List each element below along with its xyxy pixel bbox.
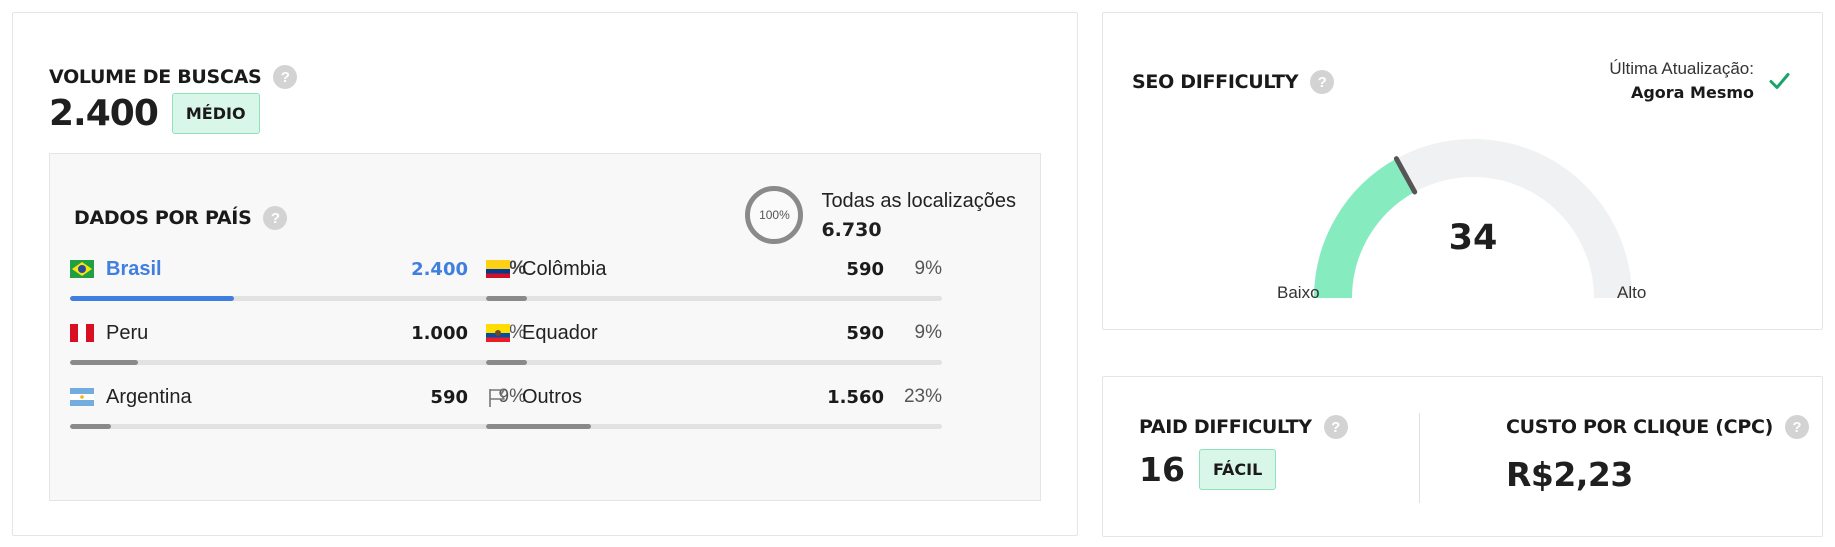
country-value: 590: [846, 322, 884, 344]
search-volume-title: VOLUME DE BUSCAS: [49, 66, 262, 88]
country-value: 2.400: [411, 258, 468, 280]
country-row-colombia[interactable]: Colômbia 590 9%: [486, 254, 942, 304]
search-volume-value: 2.400: [49, 93, 159, 134]
paid-difficulty-value-row: 16 FÁCIL: [1139, 449, 1348, 490]
country-data-title: DADOS POR PAÍS: [74, 207, 252, 229]
colombia-flag-icon: [486, 260, 510, 278]
peru-flag-icon: [70, 324, 94, 342]
argentina-flag-icon: [70, 388, 94, 406]
check-icon: [1769, 73, 1790, 89]
divider: [1419, 413, 1420, 503]
cpc-section: CUSTO POR CLIQUE (CPC) ? R$2,23: [1506, 415, 1809, 494]
all-locations-value: 6.730: [821, 218, 882, 241]
paid-difficulty-header: PAID DIFFICULTY ?: [1139, 415, 1348, 439]
country-name: Outros: [522, 385, 583, 408]
country-share-fill: [486, 424, 591, 429]
help-icon[interactable]: ?: [1323, 415, 1348, 439]
paid-difficulty-badge: FÁCIL: [1198, 449, 1277, 490]
paid-difficulty-title: PAID DIFFICULTY: [1139, 416, 1312, 438]
search-volume-level-badge: MÉDIO: [171, 93, 260, 134]
seo-difficulty-gauge: [1314, 139, 1632, 299]
paid-cpc-card: PAID DIFFICULTY ? 16 FÁCIL CUSTO POR CLI…: [1102, 376, 1823, 537]
country-row-argentina[interactable]: Argentina 590 9%: [70, 382, 526, 432]
all-locations-summary[interactable]: 100% Todas as localizações 6.730: [745, 186, 1016, 244]
paid-difficulty-section: PAID DIFFICULTY ? 16 FÁCIL: [1139, 415, 1348, 490]
seo-difficulty-score: 34: [1448, 218, 1498, 258]
country-row-peru[interactable]: Peru 1.000 15%: [70, 318, 526, 368]
country-share-bar: [70, 424, 526, 429]
country-row-outros[interactable]: Outros 1.560 23%: [486, 382, 942, 432]
seo-difficulty-title: SEO DIFFICULTY: [1132, 71, 1299, 93]
country-share-fill: [70, 424, 112, 429]
country-percent: 9%: [914, 258, 942, 279]
help-icon[interactable]: ?: [263, 206, 288, 230]
search-volume-value-row: 2.400 MÉDIO: [49, 93, 260, 134]
country-name: Brasil: [106, 257, 162, 280]
country-share-fill: [70, 360, 139, 365]
country-name: Argentina: [106, 385, 192, 408]
country-percent: 9%: [914, 322, 942, 343]
gauge-high-label: Alto: [1617, 283, 1647, 302]
country-share-bar: [486, 296, 942, 301]
paid-difficulty-value: 16: [1139, 450, 1185, 489]
country-name: Colômbia: [522, 257, 607, 280]
country-share-bar: [486, 424, 942, 429]
country-name: Equador: [522, 321, 598, 344]
country-value: 1.000: [411, 322, 468, 344]
last-updated-label: Última Atualização:: [1609, 59, 1754, 78]
all-locations-label: Todas as localizações: [821, 189, 1016, 212]
brazil-flag-icon: [70, 260, 94, 278]
help-icon[interactable]: ?: [273, 65, 298, 89]
cpc-title: CUSTO POR CLIQUE (CPC): [1506, 416, 1773, 438]
country-name: Peru: [106, 321, 149, 344]
country-share-bar: [70, 296, 526, 301]
outline-flag-icon: [486, 388, 510, 407]
country-value: 590: [846, 258, 884, 280]
country-share-bar: [70, 360, 526, 365]
cpc-value: R$2,23: [1506, 455, 1633, 494]
ecuador-flag-icon: [486, 324, 510, 342]
gauge-fill: [1314, 158, 1416, 299]
country-value: 590: [430, 386, 468, 408]
country-percent: 23%: [903, 386, 942, 407]
country-share-fill: [486, 296, 528, 301]
country-value: 1.560: [827, 386, 884, 408]
gauge-low-label: Baixo: [1277, 283, 1320, 302]
all-locations-circle: 100%: [745, 186, 804, 244]
country-share-fill: [486, 360, 528, 365]
country-data-header: DADOS POR PAÍS ?: [74, 206, 288, 230]
seo-difficulty-header: SEO DIFFICULTY ?: [1132, 70, 1335, 94]
country-data-panel: DADOS POR PAÍS ? 100% Todas as localizaç…: [49, 153, 1041, 501]
cpc-header: CUSTO POR CLIQUE (CPC) ?: [1506, 415, 1809, 439]
country-row-brasil[interactable]: Brasil 2.400 36%: [70, 254, 526, 304]
help-icon[interactable]: ?: [1310, 70, 1335, 94]
help-icon[interactable]: ?: [1784, 415, 1809, 439]
search-volume-card: VOLUME DE BUSCAS ? 2.400 MÉDIO DADOS POR…: [12, 12, 1078, 536]
country-share-bar: [486, 360, 942, 365]
search-volume-header: VOLUME DE BUSCAS ?: [49, 65, 298, 89]
seo-difficulty-card: SEO DIFFICULTY ? Última Atualização: Ago…: [1102, 12, 1823, 330]
country-row-equador[interactable]: Equador 590 9%: [486, 318, 942, 368]
country-share-fill: [70, 296, 235, 301]
